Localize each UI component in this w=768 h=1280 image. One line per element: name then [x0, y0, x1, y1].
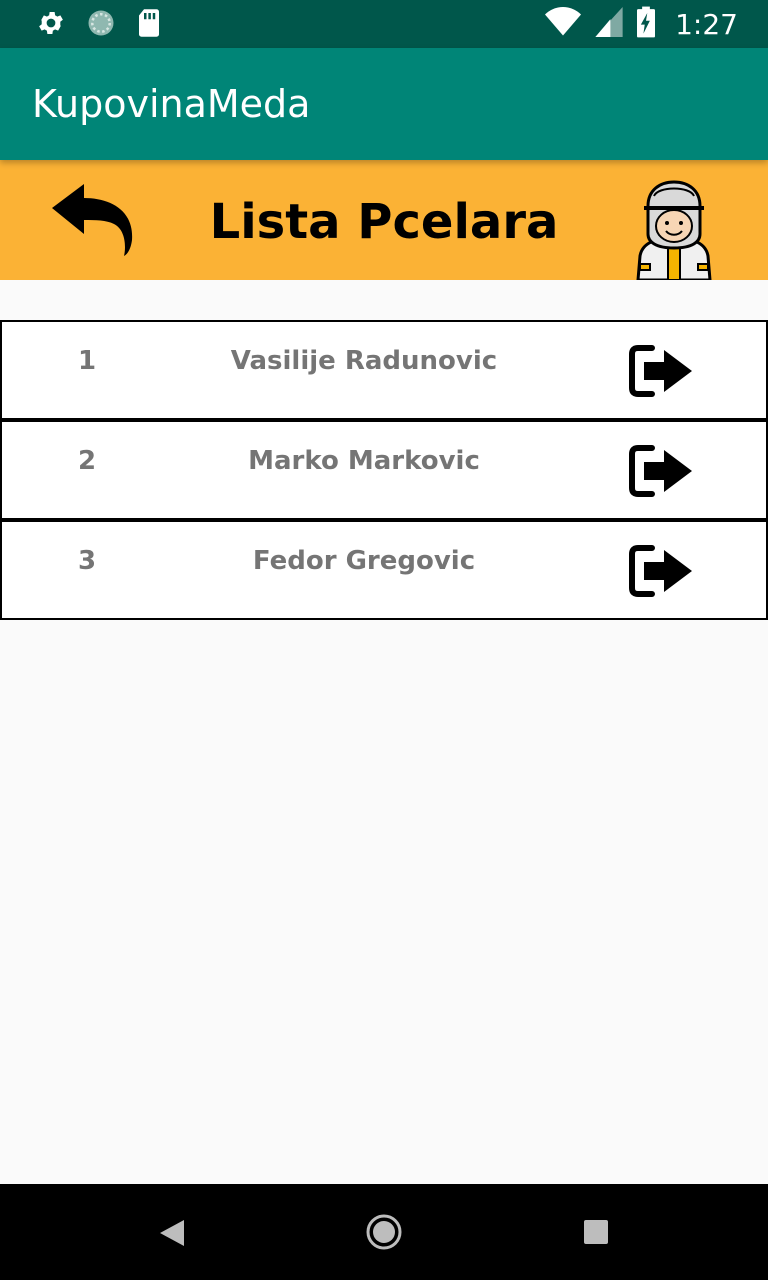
nav-back-button[interactable]: [158, 1218, 186, 1253]
beekeeper-list: 1 Vasilije Radunovic 2 Marko Markovic 3: [0, 320, 768, 620]
nav-home-button[interactable]: [364, 1212, 404, 1257]
wifi-icon: [545, 7, 582, 42]
row-number: 1: [77, 346, 97, 376]
back-button[interactable]: [48, 180, 138, 260]
sign-in-icon: [628, 345, 696, 402]
status-time: 1:27: [675, 7, 738, 41]
row-number: 2: [77, 446, 97, 476]
beekeeper-avatar: [626, 176, 722, 282]
nav-recents-button[interactable]: [582, 1218, 610, 1251]
row-name: Fedor Gregovic: [252, 546, 476, 576]
cell-signal-icon: [595, 7, 623, 42]
sd-card-icon: [136, 8, 162, 43]
settings-icon: [36, 8, 66, 43]
nav-recents-icon: [582, 1220, 610, 1250]
beekeeper-icon: [626, 180, 722, 284]
app-bar: KupovinaMeda: [0, 48, 768, 160]
back-arrow-icon: [48, 184, 138, 264]
open-beekeeper-button[interactable]: [628, 544, 696, 598]
app-title: KupovinaMeda: [32, 82, 311, 126]
row-name: Vasilije Radunovic: [230, 346, 498, 376]
list-item[interactable]: 2 Marko Markovic: [0, 420, 768, 520]
open-beekeeper-button[interactable]: [628, 344, 696, 398]
row-name: Marko Markovic: [248, 446, 480, 476]
list-item[interactable]: 1 Vasilije Radunovic: [0, 320, 768, 420]
nav-home-icon: [364, 1214, 404, 1256]
sign-in-icon: [628, 445, 696, 502]
nav-back-icon: [158, 1220, 186, 1252]
status-bar: 1:27: [0, 0, 768, 48]
sync-icon: [86, 8, 116, 43]
list-item[interactable]: 3 Fedor Gregovic: [0, 520, 768, 620]
battery-charging-icon: [637, 6, 656, 43]
open-beekeeper-button[interactable]: [628, 444, 696, 498]
row-number: 3: [77, 546, 97, 576]
sign-in-icon: [628, 545, 696, 602]
